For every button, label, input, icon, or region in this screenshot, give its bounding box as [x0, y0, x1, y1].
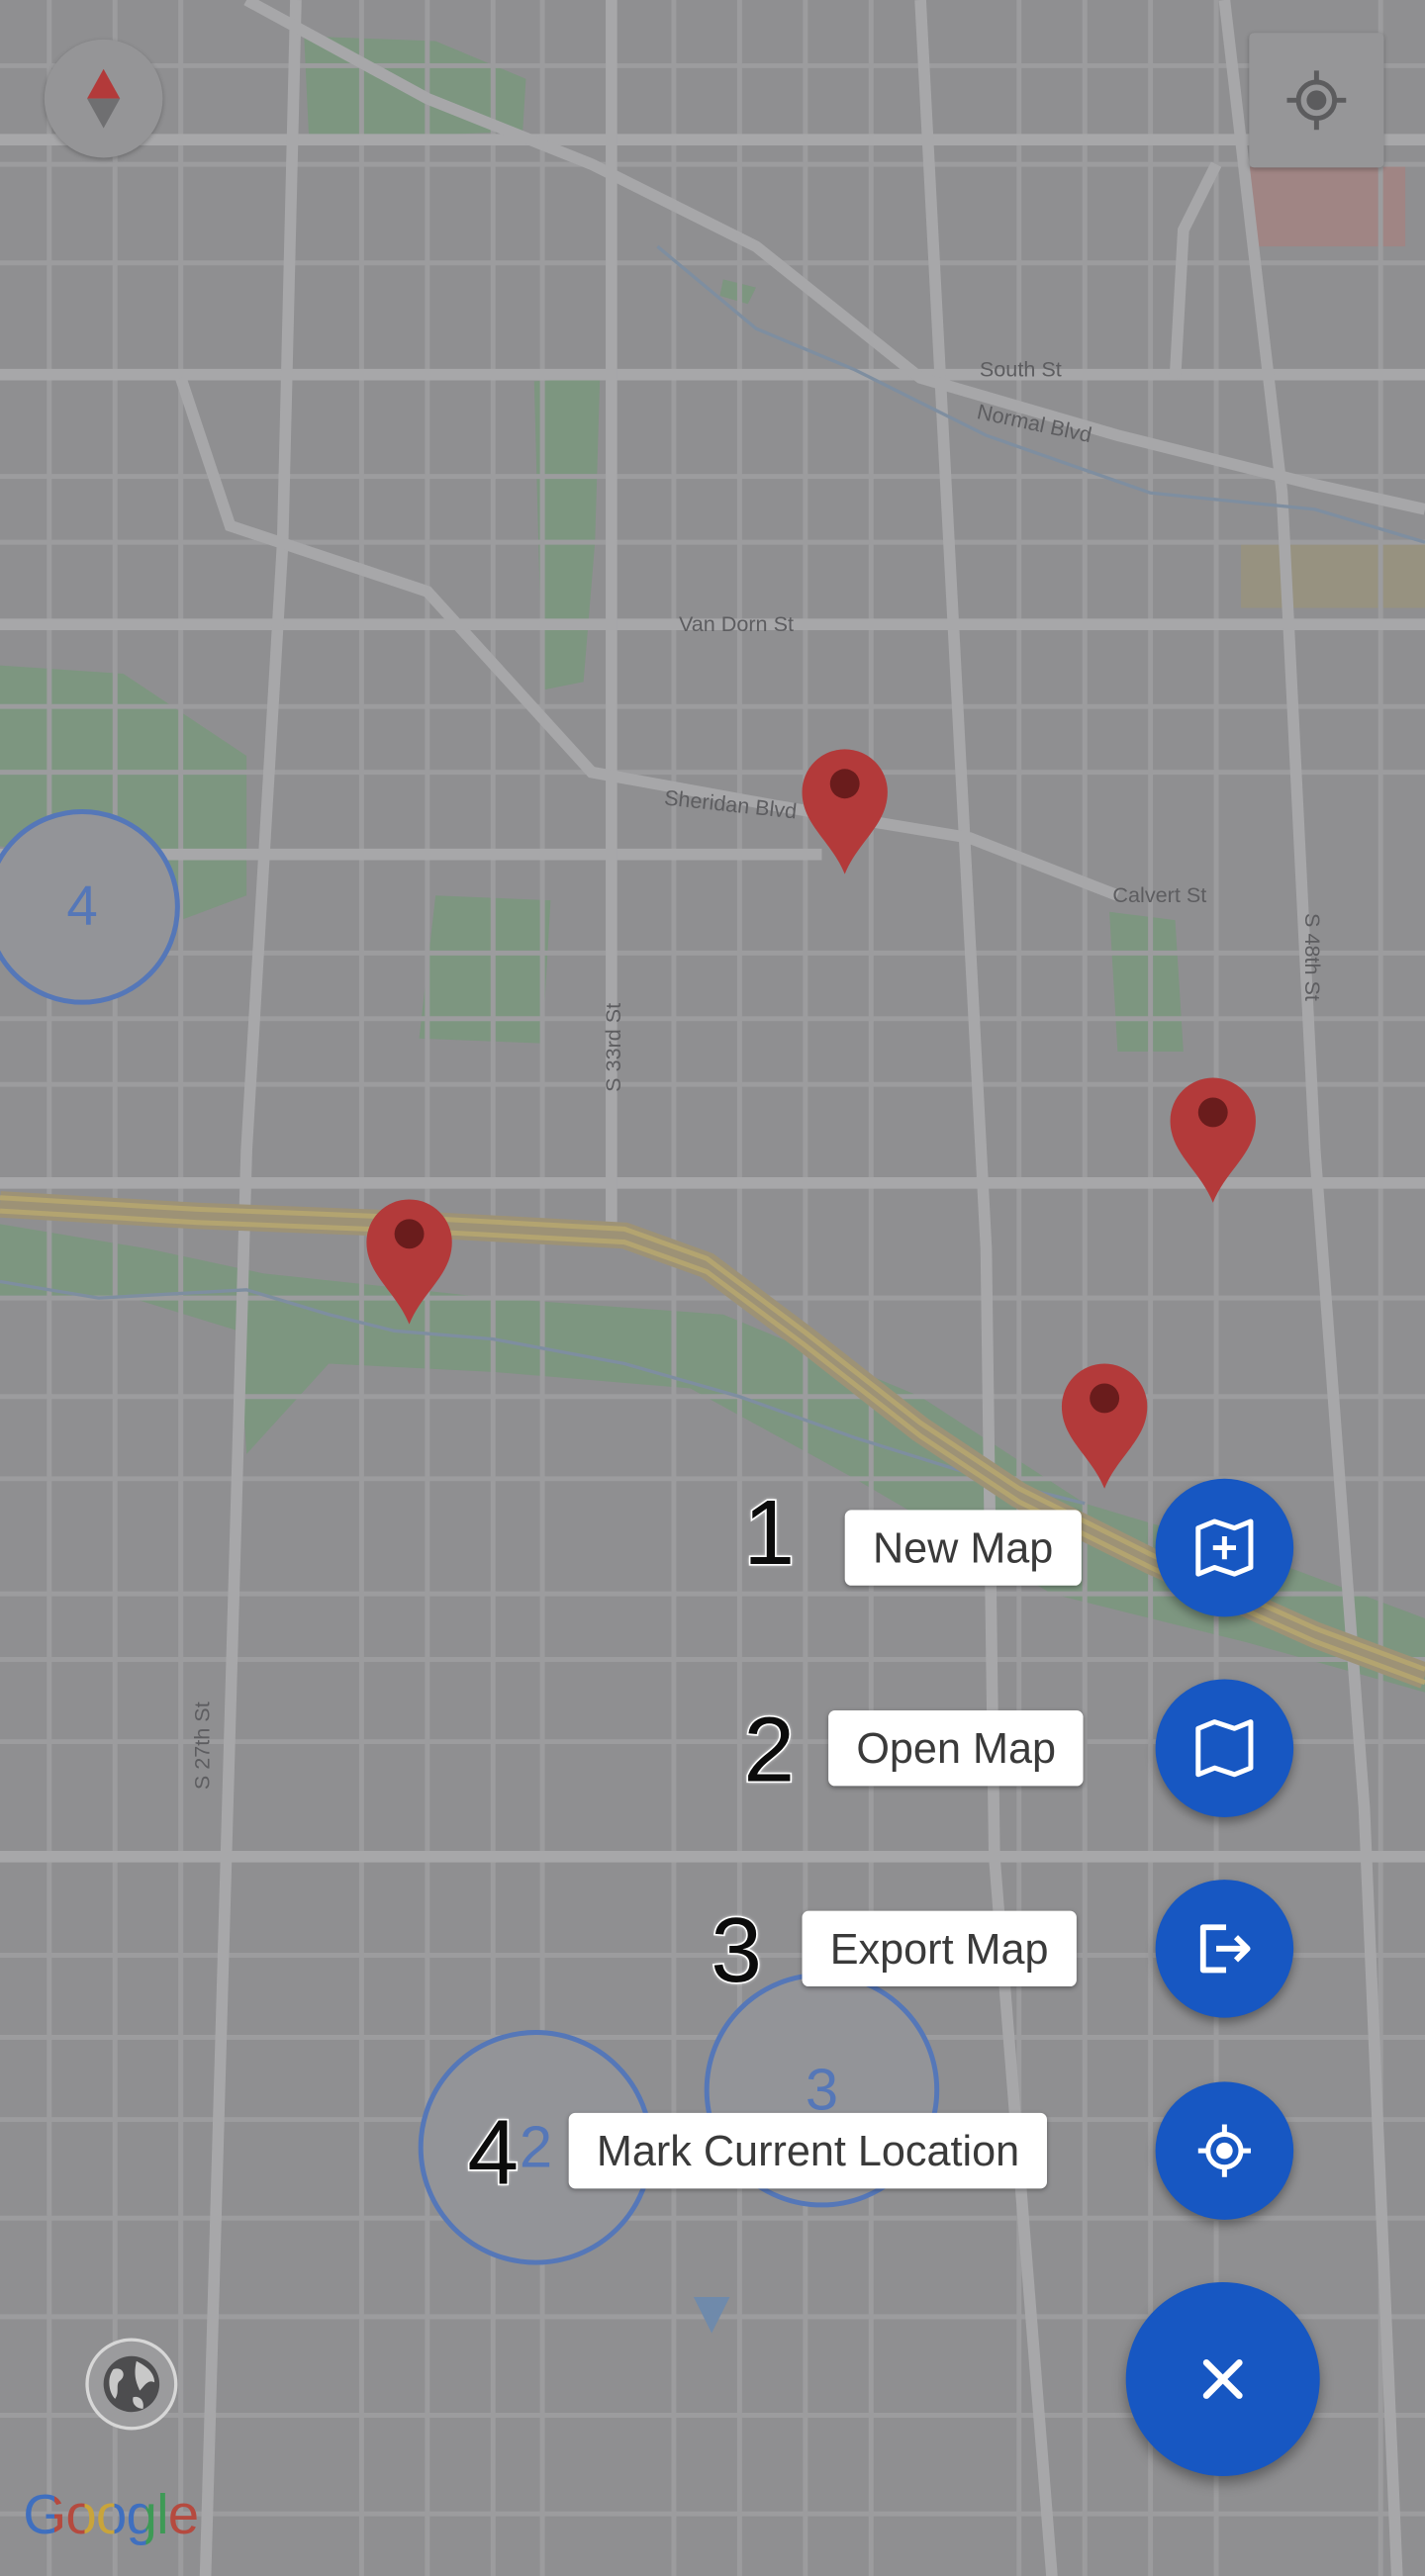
step-number: 1 [742, 1480, 797, 1585]
map-icon [1195, 1719, 1254, 1778]
map-type-button[interactable] [85, 2338, 178, 2431]
mark-current-location-label[interactable]: Mark Current Location [568, 2112, 1048, 2189]
google-attribution: Google [23, 2484, 199, 2548]
export-icon [1199, 1924, 1251, 1974]
open-map-button[interactable] [1155, 1679, 1294, 1817]
street-label: S 27th St [189, 1702, 215, 1791]
app-screen: South St Normal Blvd Van Dorn St Sherida… [0, 0, 1425, 2576]
new-map-label[interactable]: New Map [844, 1510, 1082, 1586]
mark-current-location-button[interactable] [1155, 2081, 1294, 2220]
my-location-button[interactable] [1249, 33, 1384, 168]
step-number: 4 [466, 2099, 521, 2204]
google-logo-text: Google [23, 2484, 199, 2547]
step-number: 3 [710, 1897, 764, 2001]
compass-icon [87, 68, 121, 129]
step-number: 2 [742, 1697, 797, 1801]
export-map-button[interactable] [1155, 1880, 1294, 2018]
open-map-label[interactable]: Open Map [828, 1709, 1085, 1787]
close-icon [1202, 2359, 1243, 2399]
close-menu-button[interactable] [1125, 2281, 1320, 2476]
street-label: South St [979, 356, 1062, 382]
globe-icon [103, 2355, 160, 2413]
map-plus-icon [1195, 1518, 1254, 1577]
street-label: Van Dorn St [678, 610, 794, 636]
street-label: S 48th St [1300, 913, 1326, 1001]
crosshair-icon [1286, 70, 1347, 131]
location-target-icon [1197, 2124, 1251, 2177]
compass-button[interactable] [44, 39, 163, 158]
street-label: Calvert St [1112, 881, 1207, 907]
new-map-button[interactable] [1155, 1478, 1294, 1617]
street-label: S 33rd St [601, 1002, 626, 1092]
export-map-label[interactable]: Export Map [802, 1910, 1077, 1987]
cluster-count: 4 [66, 875, 98, 939]
